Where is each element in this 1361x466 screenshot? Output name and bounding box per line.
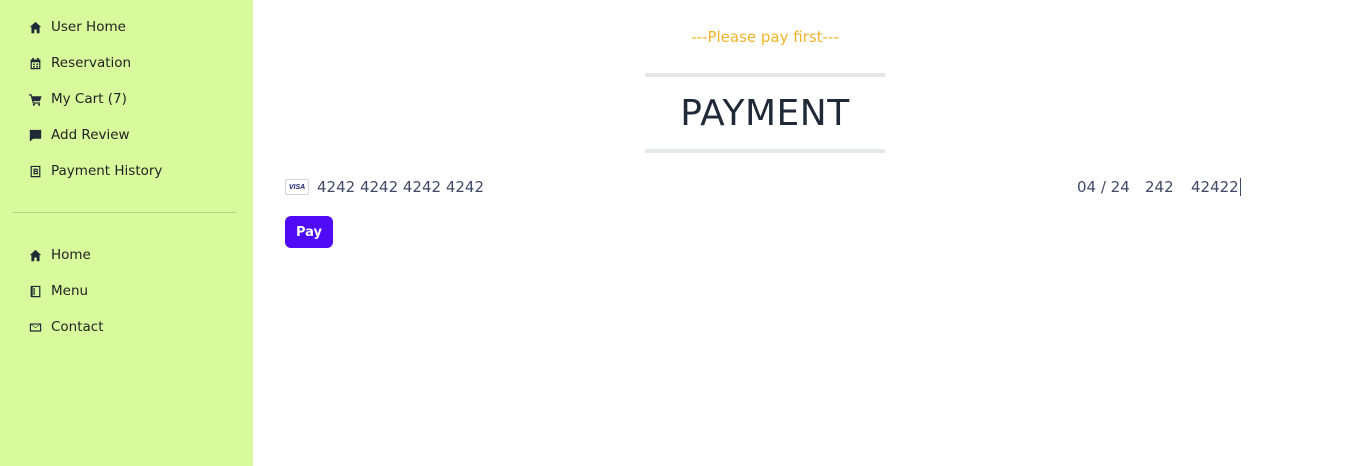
payment-main: ---Please pay first--- PAYMENT VISA 4242… (253, 0, 1361, 466)
sidebar: User Home Reservation My Cart (7) Add Re… (0, 0, 253, 466)
sidebar-site-nav: Home Menu Contact (28, 237, 104, 345)
sidebar-divider (13, 212, 237, 213)
calendar-icon (28, 56, 43, 71)
sidebar-item-label: Contact (51, 319, 104, 335)
sidebar-item-label: Home (51, 247, 91, 263)
mail-icon (28, 320, 43, 335)
pay-first-notice: ---Please pay first--- (691, 28, 839, 46)
card-number-field[interactable]: 4242 4242 4242 4242 (317, 178, 717, 196)
sidebar-item-label: Menu (51, 283, 89, 299)
sidebar-item-reservation[interactable]: Reservation (28, 45, 162, 81)
sidebar-item-label: Add Review (51, 127, 130, 143)
sidebar-item-menu[interactable]: Menu (28, 273, 104, 309)
payment-history-icon (28, 164, 43, 179)
book-icon (28, 284, 43, 299)
page-title-frame: PAYMENT (645, 73, 885, 153)
home-icon (28, 248, 43, 263)
cart-icon (28, 92, 43, 107)
pay-button[interactable]: Pay (285, 216, 333, 248)
sidebar-item-user-home[interactable]: User Home (28, 9, 162, 45)
review-icon (28, 128, 43, 143)
sidebar-item-label: My Cart (7) (51, 91, 127, 107)
card-cvc-field[interactable]: 242 (1145, 178, 1191, 196)
sidebar-user-nav: User Home Reservation My Cart (7) Add Re… (28, 9, 162, 189)
card-details: 04 / 24 242 42422 (1077, 178, 1241, 196)
sidebar-item-label: Reservation (51, 55, 132, 71)
sidebar-item-add-review[interactable]: Add Review (28, 117, 162, 153)
card-zip-field[interactable]: 42422 (1191, 178, 1241, 196)
card-input[interactable]: VISA 4242 4242 4242 4242 04 / 24 242 424… (285, 174, 1245, 200)
sidebar-item-my-cart[interactable]: My Cart (7) (28, 81, 162, 117)
page-title: PAYMENT (680, 92, 850, 134)
sidebar-item-label: User Home (51, 19, 126, 35)
sidebar-item-contact[interactable]: Contact (28, 309, 104, 345)
sidebar-item-label: Payment History (51, 163, 163, 179)
sidebar-item-home[interactable]: Home (28, 237, 104, 273)
home-icon (28, 20, 43, 35)
card-expiry-field[interactable]: 04 / 24 (1077, 178, 1145, 196)
visa-card-icon: VISA (285, 179, 309, 195)
sidebar-item-payment-history[interactable]: Payment History (28, 153, 162, 189)
